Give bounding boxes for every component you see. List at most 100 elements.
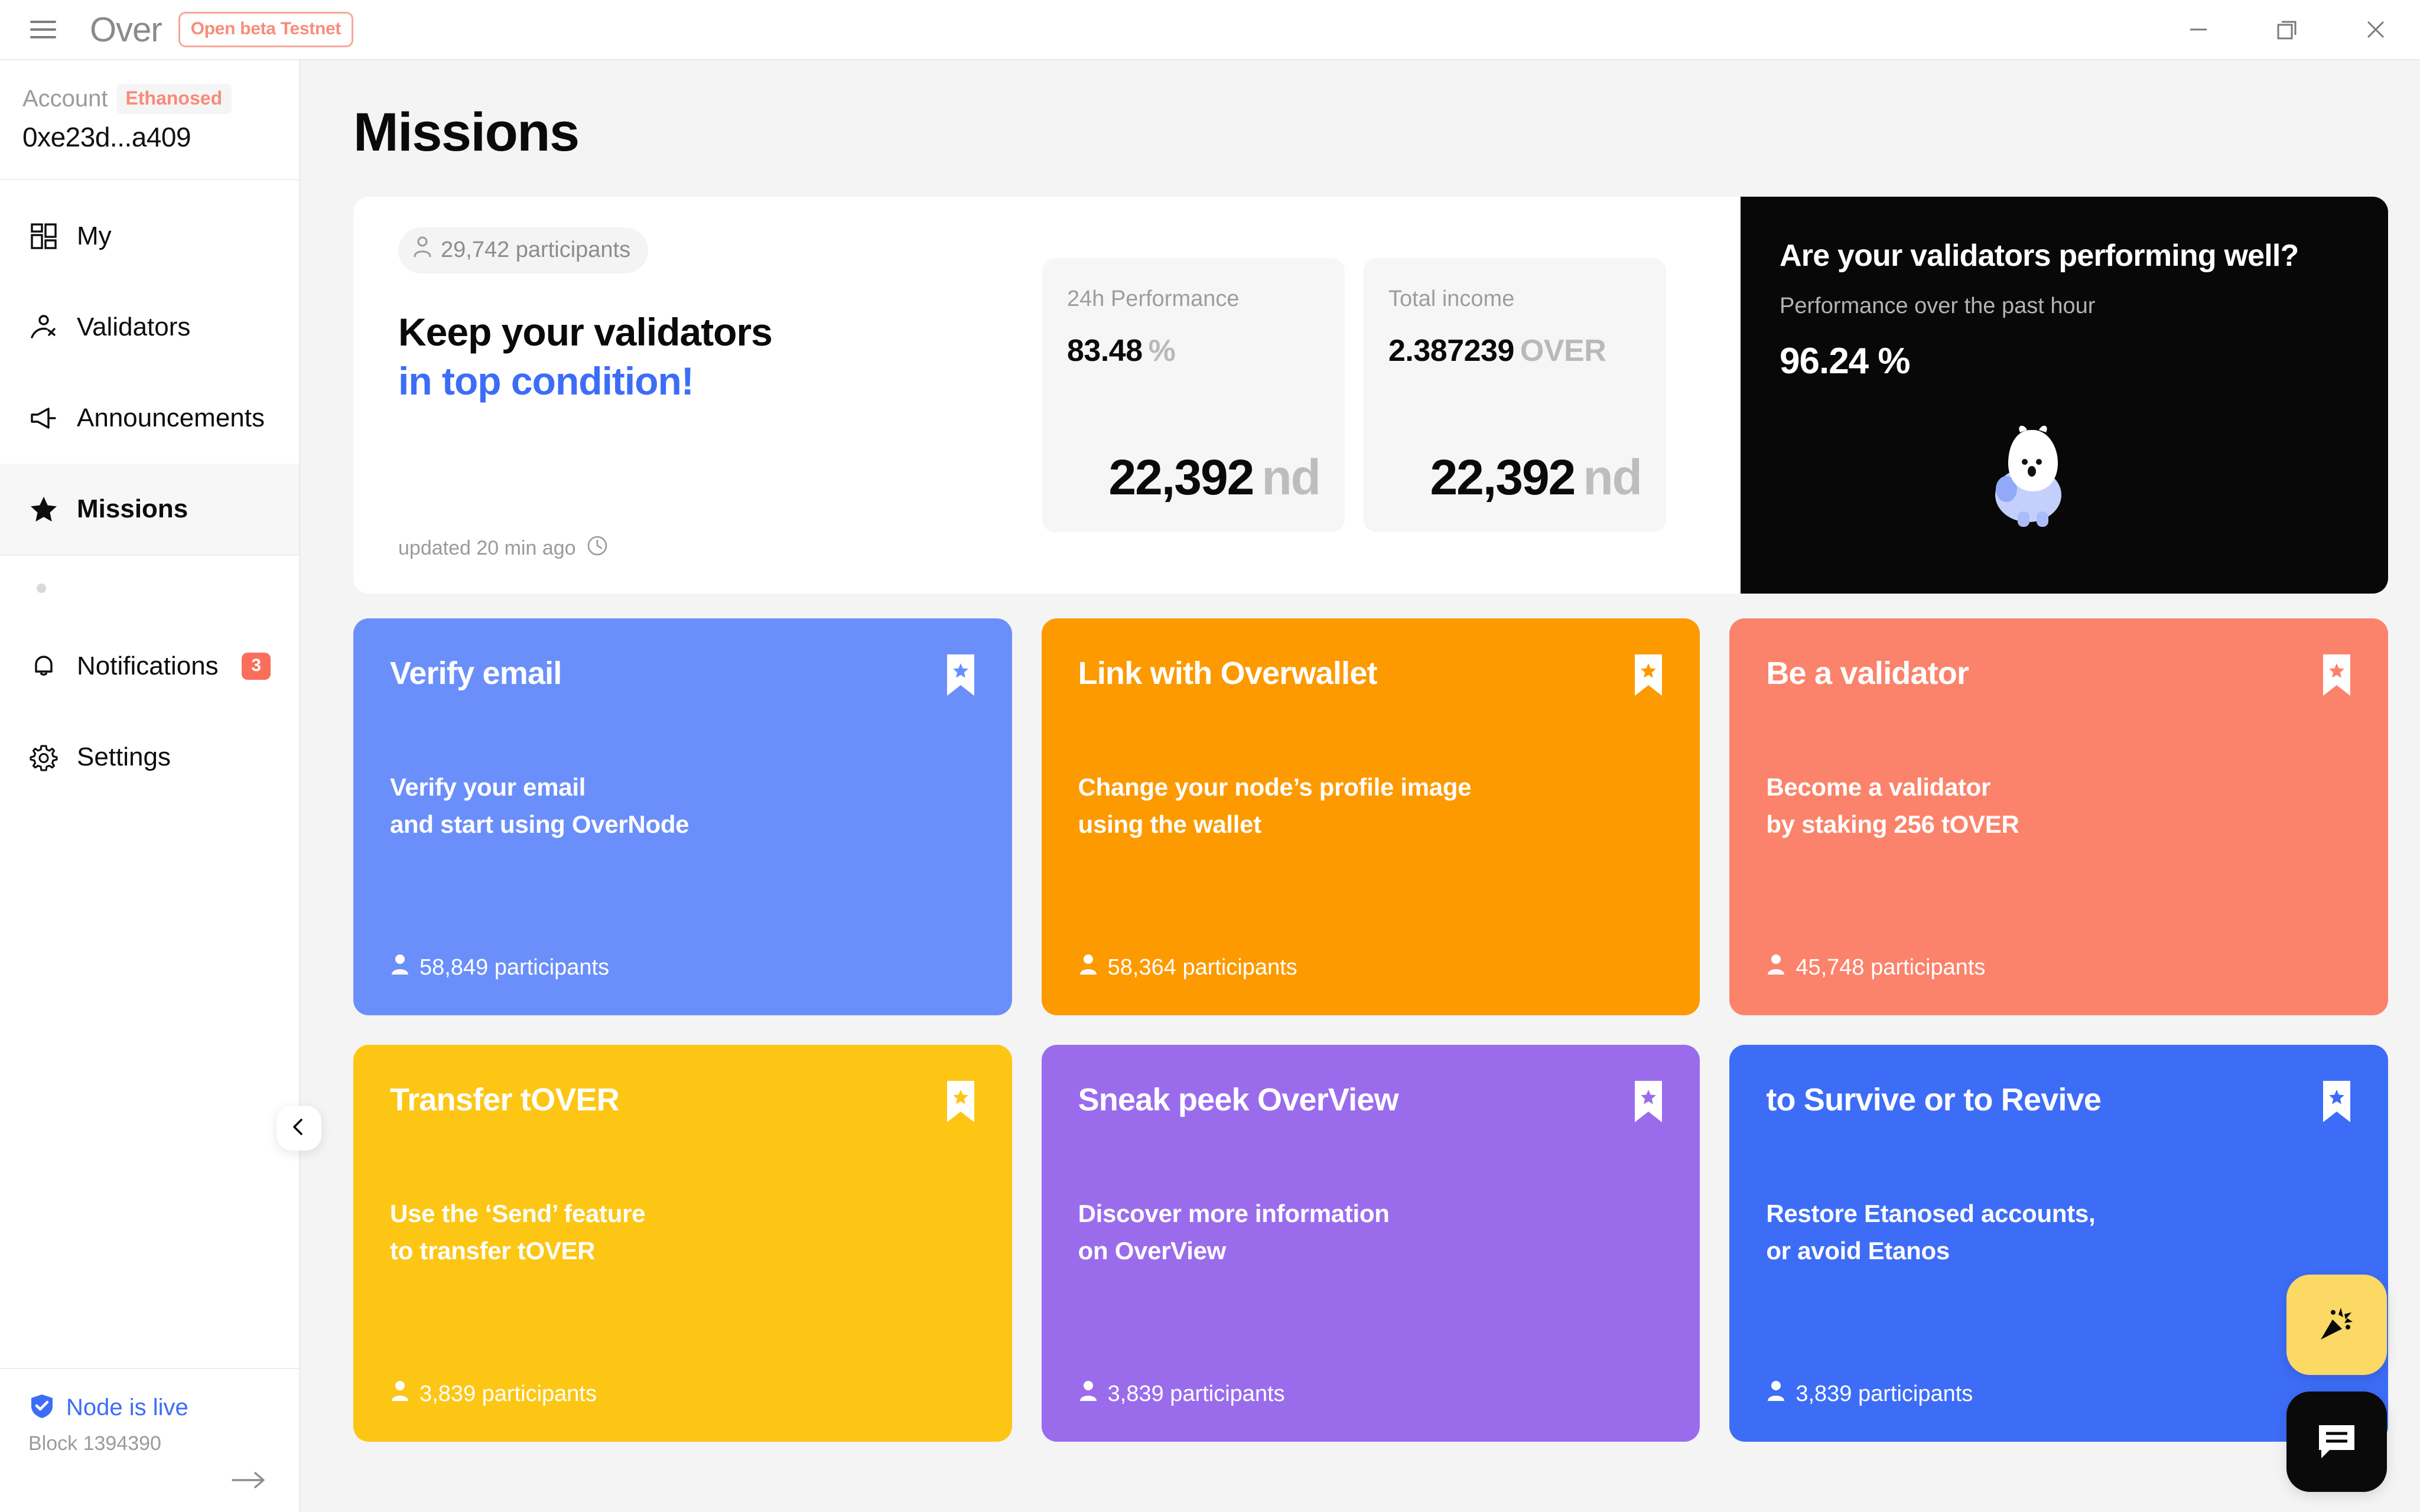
person-filled-icon xyxy=(1078,953,1098,982)
mission-card-header: Verify email xyxy=(390,653,977,698)
hamburger-menu-icon[interactable] xyxy=(24,10,63,49)
chat-fab[interactable] xyxy=(2286,1392,2387,1492)
dark-card-value: 96.24 % xyxy=(1780,340,2388,382)
sidebar-item-validators[interactable]: Validators xyxy=(0,282,299,373)
clock-icon xyxy=(586,534,609,563)
mission-desc-line2: and start using OverNode xyxy=(390,806,977,843)
bookmark-star-icon[interactable] xyxy=(945,653,977,698)
mission-card[interactable]: Transfer tOVER Use the ‘Send’ feature to… xyxy=(353,1045,1012,1442)
sidebar-item-notifications[interactable]: Notifications 3 xyxy=(0,621,299,712)
person-filled-icon xyxy=(390,953,410,982)
celebrate-fab[interactable] xyxy=(2286,1275,2387,1375)
mission-desc-line1: Become a validator xyxy=(1766,768,2353,806)
party-popper-icon xyxy=(2315,1302,2359,1348)
stat-label: 24h Performance xyxy=(1067,286,1320,312)
app-brand: Over xyxy=(90,10,162,50)
bell-icon xyxy=(28,651,59,682)
sidebar-item-missions[interactable]: Missions xyxy=(0,464,299,555)
close-icon[interactable] xyxy=(2331,0,2420,59)
body-split: Account Ethanosed 0xe23d...a409 xyxy=(0,59,2420,1512)
grid-icon xyxy=(28,221,59,252)
mission-participants-row: 58,364 participants xyxy=(1078,953,1665,982)
stat-unit: % xyxy=(1149,334,1176,368)
mission-description: Restore Etanosed accounts, or avoid Etan… xyxy=(1766,1195,2353,1269)
mission-participants-label: 45,748 participants xyxy=(1796,955,1985,980)
mission-participants-label: 58,849 participants xyxy=(419,955,609,980)
bookmark-star-icon[interactable] xyxy=(2321,653,2353,698)
mission-desc-line2: on OverView xyxy=(1078,1232,1665,1269)
person-filled-icon xyxy=(390,1379,410,1409)
mission-desc-line2: or avoid Etanos xyxy=(1766,1232,2353,1269)
mission-card-header: Transfer tOVER xyxy=(390,1079,977,1124)
minimize-icon[interactable] xyxy=(2154,0,2243,59)
mission-card[interactable]: Verify email Verify your email and start… xyxy=(353,618,1012,1015)
arrow-right-icon[interactable] xyxy=(28,1468,271,1492)
sidebar-item-announcements[interactable]: Announcements xyxy=(0,373,299,464)
mission-card-header: Link with Overwallet xyxy=(1078,653,1665,698)
mission-card-header: Sneak peek OverView xyxy=(1078,1079,1665,1124)
bookmark-star-icon[interactable] xyxy=(2321,1079,2353,1124)
mission-desc-line2: to transfer tOVER xyxy=(390,1232,977,1269)
account-block[interactable]: Account Ethanosed 0xe23d...a409 xyxy=(0,60,299,180)
sidebar-collapse-button[interactable] xyxy=(277,1106,321,1151)
hero-stats: 24h Performance 83.48% 22,392nd Total in… xyxy=(1042,227,1702,563)
chevron-left-icon xyxy=(289,1117,309,1140)
stat-big-value: 22,392 xyxy=(1430,449,1575,505)
star-icon xyxy=(28,494,59,524)
account-address[interactable]: 0xe23d...a409 xyxy=(22,121,277,153)
sidebar-nav: My Validators xyxy=(0,180,299,1368)
stat-card-performance: 24h Performance 83.48% 22,392nd xyxy=(1042,258,1345,532)
sidebar-item-label: My xyxy=(77,221,112,251)
stat-card-income: Total income 2.387239OVER 22,392nd xyxy=(1364,258,1666,532)
hero-headline-line2: in top condition! xyxy=(398,357,1042,406)
dark-card-title: Are your validators performing well? xyxy=(1780,238,2388,273)
mission-description: Discover more information on OverView xyxy=(1078,1195,1665,1269)
sidebar-item-label: Announcements xyxy=(77,403,265,433)
account-row: Account Ethanosed xyxy=(22,84,277,114)
stat-value: 83.48 xyxy=(1067,334,1143,368)
mission-description: Use the ‘Send’ feature to transfer tOVER xyxy=(390,1195,977,1269)
bookmark-star-icon[interactable] xyxy=(1632,1079,1664,1124)
maximize-icon[interactable] xyxy=(2243,0,2331,59)
mission-participants-label: 3,839 participants xyxy=(1796,1381,1973,1407)
mission-title: Sneak peek OverView xyxy=(1078,1079,1398,1118)
mission-title: Link with Overwallet xyxy=(1078,653,1377,692)
sidebar-item-my[interactable]: My xyxy=(0,191,299,282)
mission-participants-label: 58,364 participants xyxy=(1108,955,1297,980)
mission-desc-line1: Discover more information xyxy=(1078,1195,1665,1232)
mission-card[interactable]: Link with Overwallet Change your node’s … xyxy=(1042,618,1700,1015)
account-status-tag: Ethanosed xyxy=(116,84,232,114)
account-label: Account xyxy=(22,86,108,112)
block-height-label: Block 1394390 xyxy=(28,1432,271,1455)
stat-unit: OVER xyxy=(1520,334,1606,368)
mission-card[interactable]: Sneak peek OverView Discover more inform… xyxy=(1042,1045,1700,1442)
sidebar-item-label: Notifications xyxy=(77,651,219,681)
sidebar-collapsed-marker xyxy=(0,556,299,621)
notification-count-badge: 3 xyxy=(242,653,271,680)
sidebar-item-settings[interactable]: Settings xyxy=(0,712,299,803)
megaphone-icon xyxy=(28,403,59,434)
page-title: Missions xyxy=(353,102,2388,164)
window-controls xyxy=(2154,0,2420,59)
mission-card[interactable]: Be a validator Become a validator by sta… xyxy=(1729,618,2388,1015)
beta-badge: Open beta Testnet xyxy=(178,12,353,47)
mission-title: Be a validator xyxy=(1766,653,1969,692)
dog-mascot-icon xyxy=(1974,412,2092,530)
stat-big-row: 22,392nd xyxy=(1067,449,1320,506)
stat-big-unit: nd xyxy=(1583,449,1641,505)
hero-participants-label: 29,742 participants xyxy=(441,237,630,263)
mission-participants-row: 45,748 participants xyxy=(1766,953,2353,982)
mission-title: to Survive or to Revive xyxy=(1766,1079,2101,1118)
mission-desc-line2: using the wallet xyxy=(1078,806,1665,843)
hero-copy: 29,742 participants Keep your validators… xyxy=(398,227,1042,563)
stat-value: 2.387239 xyxy=(1388,334,1514,368)
sidebar: Account Ethanosed 0xe23d...a409 xyxy=(0,59,300,1512)
bookmark-star-icon[interactable] xyxy=(945,1079,977,1124)
floating-action-buttons xyxy=(2286,1275,2387,1492)
mission-desc-line1: Verify your email xyxy=(390,768,977,806)
mission-description: Become a validator by staking 256 tOVER xyxy=(1766,768,2353,843)
mission-participants-row: 3,839 participants xyxy=(390,1379,977,1409)
hero-summary-card: 29,742 participants Keep your validators… xyxy=(353,197,1741,594)
stat-big-value: 22,392 xyxy=(1108,449,1253,505)
bookmark-star-icon[interactable] xyxy=(1632,653,1664,698)
